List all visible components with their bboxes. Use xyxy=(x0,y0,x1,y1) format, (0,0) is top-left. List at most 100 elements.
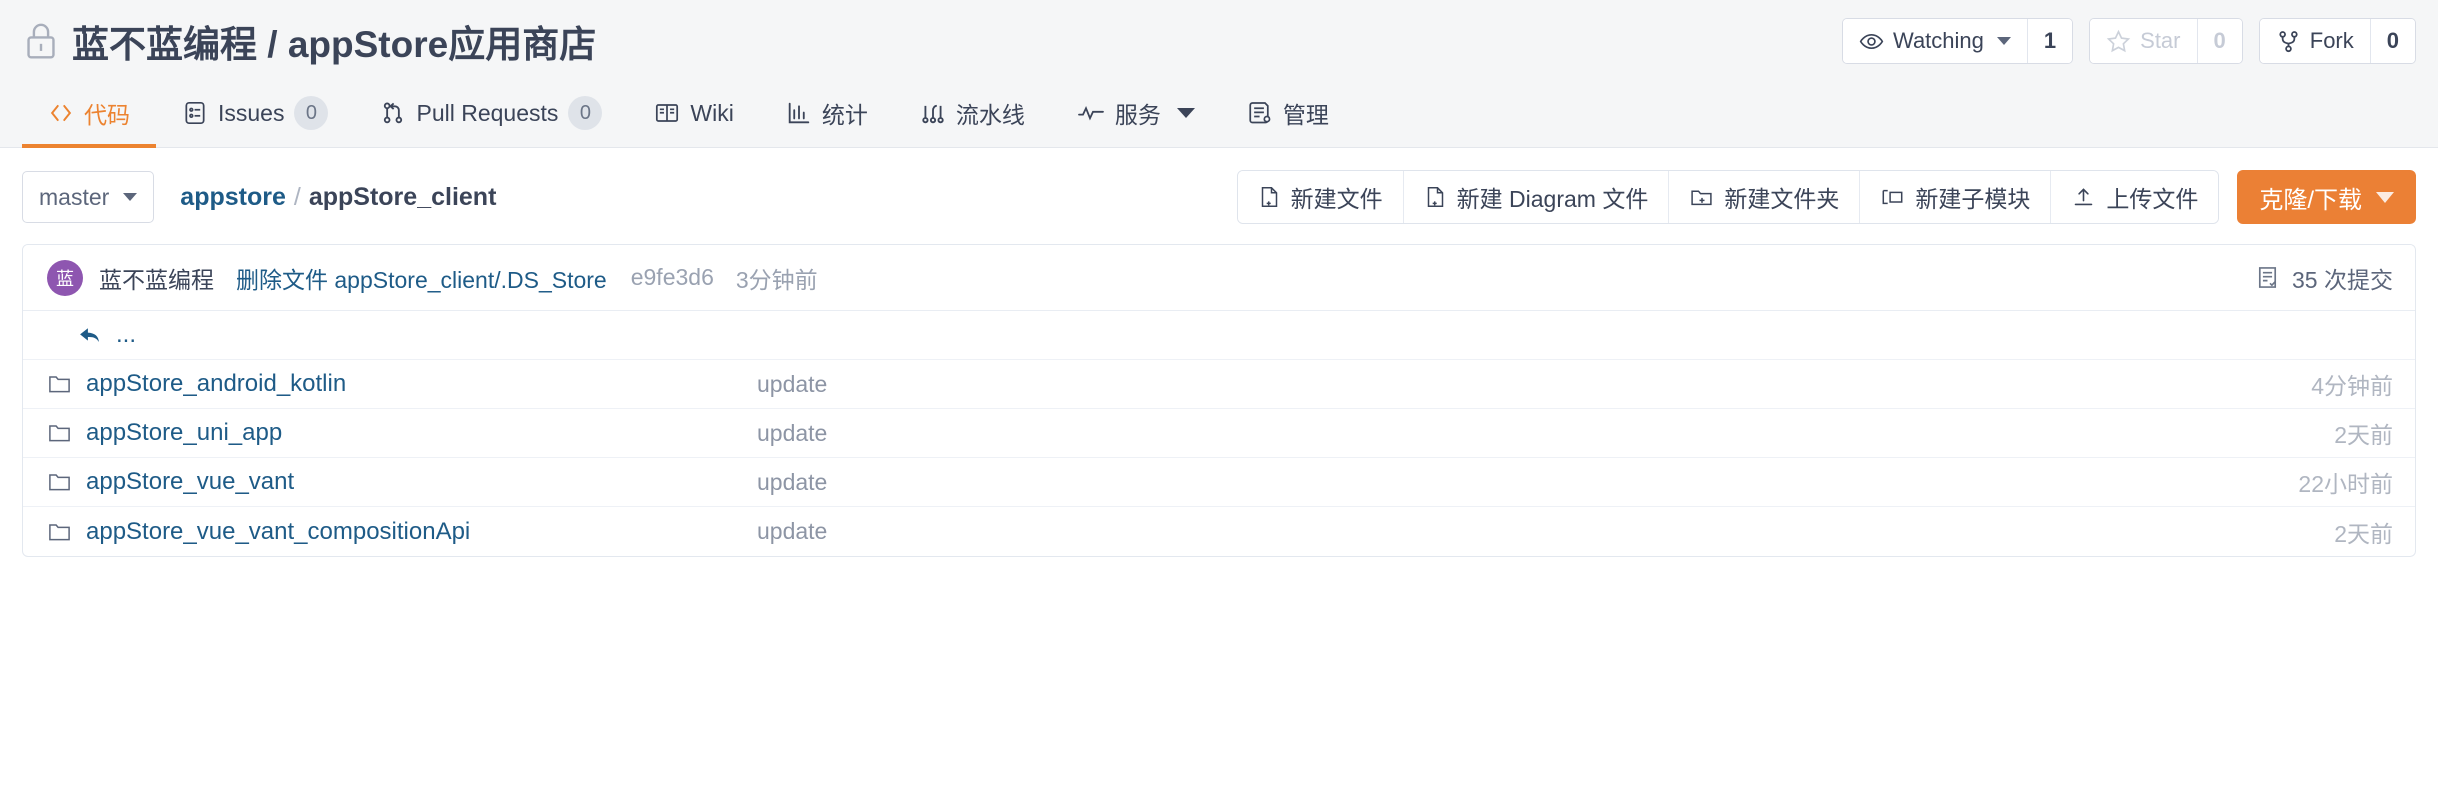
page-title: 蓝不蓝编程 / appStore应用商店 xyxy=(24,14,596,68)
upload-file-button[interactable]: 上传文件 xyxy=(2050,171,2219,223)
folder-icon xyxy=(47,521,72,543)
tab-pipeline[interactable]: 流水线 xyxy=(894,82,1051,148)
tab-issues-badge: 0 xyxy=(294,96,329,130)
file-row-commit-message[interactable]: update xyxy=(757,420,2153,447)
eye-icon xyxy=(1859,29,1884,54)
tab-service[interactable]: 服务 xyxy=(1051,82,1221,148)
branch-selector[interactable]: master xyxy=(22,171,155,223)
code-brackets-icon xyxy=(48,100,74,126)
tab-statistics[interactable]: 统计 xyxy=(760,82,894,148)
new-file-icon xyxy=(1258,185,1281,209)
file-row-time: 2天前 xyxy=(2334,422,2393,448)
new-folder-icon xyxy=(1689,185,1714,209)
new-file-label: 新建文件 xyxy=(1290,186,1383,212)
tab-wiki-label: Wiki xyxy=(690,99,734,126)
back-arrow-icon xyxy=(77,323,104,347)
tab-service-label: 服务 xyxy=(1114,102,1161,128)
fork-label: Fork xyxy=(2309,28,2354,53)
header-actions: Watching 1 Star 0 Fork 0 xyxy=(1842,18,2416,64)
table-row[interactable]: appStore_android_kotlin update 4分钟前 xyxy=(23,360,2415,409)
file-action-button-group: 新建文件 新建 Diagram 文件 新建文件夹 新建子模块 上传文件 xyxy=(1236,170,2220,224)
file-name-link[interactable]: appStore_vue_vant xyxy=(86,468,294,496)
issue-list-icon xyxy=(182,100,208,126)
tab-pipeline-label: 流水线 xyxy=(955,102,1025,128)
chevron-down-icon xyxy=(2376,191,2394,203)
tab-pull-requests-label: Pull Requests xyxy=(416,99,559,126)
tab-wiki[interactable]: Wiki xyxy=(628,82,759,148)
breadcrumb-item-appstore[interactable]: appstore xyxy=(180,183,286,212)
tab-code-label: 代码 xyxy=(84,102,130,128)
pipeline-icon xyxy=(920,100,946,126)
star-label: Star xyxy=(2140,28,2181,53)
star-count[interactable]: 0 xyxy=(2196,19,2242,63)
breadcrumb-item-current: appStore_client xyxy=(308,182,497,211)
new-submodule-icon xyxy=(1880,185,1905,209)
file-browser-panel: 蓝 蓝不蓝编程 删除文件 appStore_client/.DS_Store e… xyxy=(22,244,2416,557)
tab-issues[interactable]: Issues 0 xyxy=(156,82,354,148)
parent-directory-link[interactable]: ... xyxy=(77,321,136,349)
repo-toolbar: master appstore / appStore_client 新建文件 新… xyxy=(0,148,2438,244)
breadcrumb-separator: / xyxy=(293,182,301,211)
file-row-name-cell[interactable]: appStore_android_kotlin xyxy=(47,370,757,398)
file-name-link[interactable]: appStore_uni_app xyxy=(86,419,282,447)
branch-label: master xyxy=(39,183,110,210)
lock-icon xyxy=(24,22,58,60)
book-icon xyxy=(654,100,680,126)
fork-count[interactable]: 0 xyxy=(2369,19,2415,63)
table-row[interactable]: appStore_uni_app update 2天前 xyxy=(23,409,2415,458)
file-row-commit-message[interactable]: update xyxy=(757,371,2153,398)
new-folder-button[interactable]: 新建文件夹 xyxy=(1668,171,1860,223)
file-name-link[interactable]: appStore_vue_vant_compositionApi xyxy=(86,518,470,546)
commit-time: 3分钟前 xyxy=(735,266,818,293)
star-button[interactable]: Star xyxy=(2090,19,2197,63)
bar-chart-icon xyxy=(786,100,812,126)
file-row-commit-message[interactable]: update xyxy=(757,469,2153,496)
chevron-down-icon xyxy=(1176,108,1195,118)
fork-button[interactable]: Fork xyxy=(2259,19,2370,63)
table-row[interactable]: appStore_vue_vant update 22小时前 xyxy=(23,458,2415,507)
new-file-button[interactable]: 新建文件 xyxy=(1237,171,1403,223)
file-row-name-cell[interactable]: appStore_uni_app xyxy=(47,419,757,447)
pull-request-icon xyxy=(380,100,406,126)
new-folder-label: 新建文件夹 xyxy=(1724,186,1840,212)
chevron-down-icon xyxy=(1996,37,2011,45)
clone-download-button[interactable]: 克隆/下载 xyxy=(2237,170,2416,224)
tab-code[interactable]: 代码 xyxy=(22,82,156,148)
commit-hash[interactable]: e9fe3d6 xyxy=(631,264,714,291)
watch-button[interactable]: Watching xyxy=(1843,19,2027,63)
star-icon xyxy=(2106,29,2131,54)
new-submodule-button[interactable]: 新建子模块 xyxy=(1859,171,2051,223)
tab-pull-requests[interactable]: Pull Requests 0 xyxy=(354,82,628,148)
commit-count-link[interactable]: 35 次提交 xyxy=(2255,261,2393,295)
file-row-name-cell[interactable]: appStore_vue_vant xyxy=(47,468,757,496)
commit-message[interactable]: 删除文件 appStore_client/.DS_Store xyxy=(236,261,607,295)
tab-issues-label: Issues xyxy=(218,99,285,126)
file-row-name-cell[interactable]: appStore_vue_vant_compositionApi xyxy=(47,518,757,546)
toolbar-actions: 新建文件 新建 Diagram 文件 新建文件夹 新建子模块 上传文件 克隆/下… xyxy=(1236,170,2416,224)
parent-directory-label: ... xyxy=(116,321,137,348)
clone-download-label: 克隆/下载 xyxy=(2259,186,2362,214)
file-row-commit-message[interactable]: update xyxy=(757,518,2153,545)
watch-button-group[interactable]: Watching 1 xyxy=(1842,18,2074,64)
star-button-group[interactable]: Star 0 xyxy=(2089,18,2243,64)
fork-icon xyxy=(2276,29,2301,54)
commit-history-icon xyxy=(2255,265,2280,290)
table-row[interactable]: appStore_vue_vant_compositionApi update … xyxy=(23,507,2415,556)
commit-author[interactable]: 蓝不蓝编程 xyxy=(99,261,214,295)
file-row-time: 2天前 xyxy=(2334,520,2393,547)
parent-directory-row[interactable]: ... xyxy=(23,311,2415,360)
watch-count[interactable]: 1 xyxy=(2026,19,2073,63)
repo-nav-tabs: 代码 Issues 0 Pull Requests 0 Wiki 统计 流水线 … xyxy=(0,82,2438,148)
file-name-link[interactable]: appStore_android_kotlin xyxy=(86,370,346,398)
avatar[interactable]: 蓝 xyxy=(47,259,83,296)
upload-file-label: 上传文件 xyxy=(2106,186,2199,212)
tab-manage-label: 管理 xyxy=(1282,102,1329,128)
manage-doc-icon xyxy=(1247,100,1273,126)
new-diagram-file-button[interactable]: 新建 Diagram 文件 xyxy=(1402,171,1669,223)
latest-commit-bar: 蓝 蓝不蓝编程 删除文件 appStore_client/.DS_Store e… xyxy=(23,245,2415,311)
upload-icon xyxy=(2071,185,2096,209)
fork-button-group[interactable]: Fork 0 xyxy=(2258,18,2416,64)
tab-manage[interactable]: 管理 xyxy=(1221,82,1355,148)
new-diagram-file-icon xyxy=(1424,185,1447,209)
breadcrumb: appstore / appStore_client xyxy=(180,183,496,212)
